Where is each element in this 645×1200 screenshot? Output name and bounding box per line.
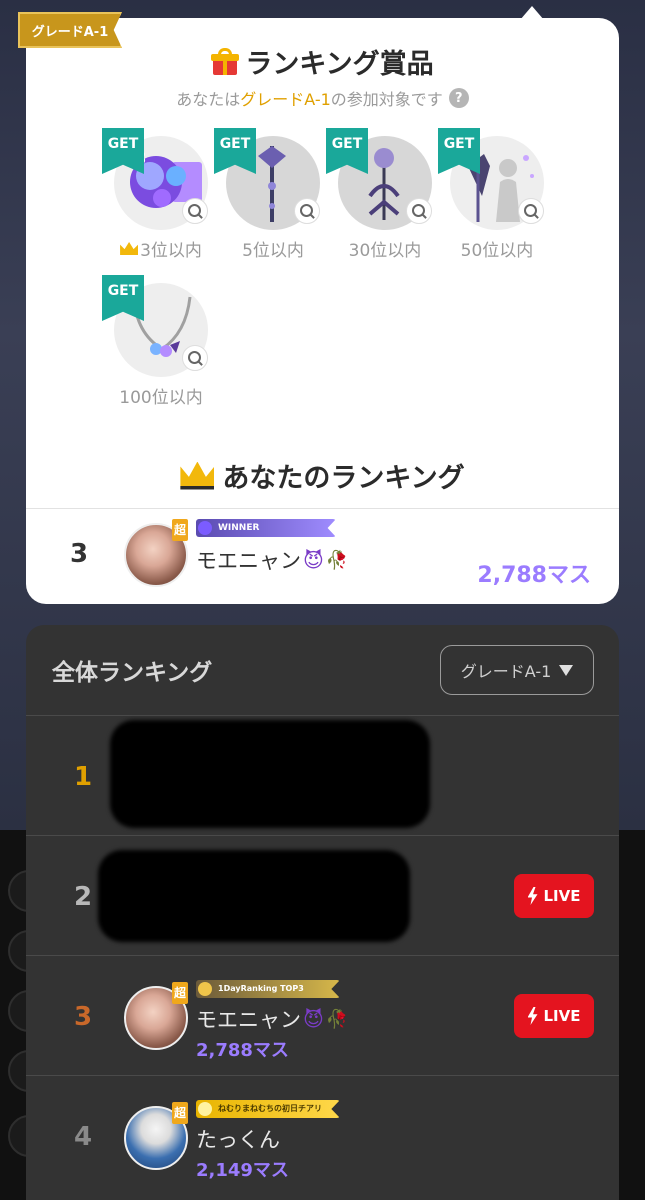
eligibility-grade: グレードA-1 (240, 90, 331, 109)
help-icon[interactable]: ? (448, 88, 469, 108)
title-badge: 1DayRanking TOP3 (196, 980, 340, 998)
live-button[interactable]: LIVE (514, 994, 594, 1038)
ranking-row[interactable]: 2 LIVE (26, 835, 619, 955)
gift-icon (211, 47, 240, 76)
zoom-icon[interactable] (406, 198, 432, 224)
zoom-icon[interactable] (182, 345, 208, 371)
rose-emoji: 🥀 (325, 549, 349, 571)
user-name: モエニャン 😈 🥀 (196, 1007, 349, 1032)
badge-icon (198, 982, 212, 996)
badge-icon (198, 1102, 212, 1116)
ranking-row[interactable]: 1 (26, 715, 619, 835)
redacted-user (98, 850, 410, 942)
rank-number: 1 (74, 762, 93, 792)
eligibility-text: あなたは グレードA-1 の参加対象です ? (26, 86, 619, 110)
live-button[interactable]: LIVE (514, 874, 594, 918)
lightning-icon (527, 887, 538, 905)
caret-down-icon (559, 664, 574, 676)
prize-label: 5位以内 (242, 241, 304, 261)
rank-number: 4 (74, 1122, 93, 1152)
score: 2,149マス (196, 1160, 289, 1181)
ranking-row[interactable]: 3 超 1DayRanking TOP3 モエニャン 😈 🥀 2,788マス L… (26, 955, 619, 1075)
badge-icon (198, 521, 212, 535)
zoom-icon[interactable] (294, 198, 320, 224)
super-badge: 超 (172, 519, 188, 541)
prize-label: 30位以内 (348, 241, 422, 261)
overall-ranking-panel: 全体ランキング グレードA-1 1 2 LIVE 3 超 1DayRanking… (26, 625, 619, 1200)
ranking-prize-popup: ランキング賞品 あなたは グレードA-1 の参加対象です ? 3 GET 3位以… (26, 18, 619, 604)
crown-icon (180, 461, 215, 490)
overall-ranking-title: 全体ランキング (52, 660, 213, 686)
crown-icon (120, 242, 139, 255)
user-name: モエニャン 😈 🥀 (196, 548, 349, 573)
eligibility-suffix: の参加対象です (330, 90, 443, 109)
redacted-user (110, 720, 430, 828)
zoom-icon[interactable] (182, 198, 208, 224)
my-rank-number: 3 (70, 539, 89, 569)
rank-number: 2 (74, 882, 93, 912)
grade-dropdown-value: グレードA-1 (460, 662, 552, 681)
prize-item-top100[interactable]: GET 100位以内 (102, 275, 228, 408)
ranking-row[interactable]: 4 超 ねむりまねむちの初日チアリ たっくん 2,149マス (26, 1075, 619, 1195)
devil-emoji: 😈 (303, 548, 324, 572)
user-name: たっくん (196, 1128, 280, 1152)
prize-title-text: ランキング賞品 (245, 49, 434, 80)
eligibility-prefix: あなたは (176, 90, 241, 109)
rose-emoji: 🥀 (325, 1008, 349, 1030)
rank-number: 3 (74, 1002, 93, 1032)
grade-dropdown[interactable]: グレードA-1 (440, 645, 594, 695)
score: 2,788マス (196, 1040, 289, 1061)
super-badge: 超 (172, 1102, 188, 1124)
my-ranking-row[interactable]: 3 超 WINNER モエニャン 😈 🥀 2,788マス (26, 509, 619, 604)
prize-label: 50位以内 (460, 241, 534, 261)
score: 2,788マス (477, 563, 591, 588)
super-badge: 超 (172, 982, 188, 1004)
prize-label: 100位以内 (119, 388, 203, 408)
devil-emoji: 😈 (303, 1007, 324, 1031)
my-ranking-title: あなたのランキング (26, 456, 619, 495)
lightning-icon (527, 1007, 538, 1025)
title-badge: WINNER (196, 519, 336, 537)
grade-tag: グレードA-1 (18, 12, 122, 48)
title-badge: ねむりまねむちの初日チアリ (196, 1100, 340, 1118)
my-ranking-title-text: あなたのランキング (222, 463, 465, 494)
prize-item-top50[interactable]: GET 50位以内 (438, 128, 564, 261)
prize-label: 3位以内 (98, 236, 224, 261)
zoom-icon[interactable] (518, 198, 544, 224)
